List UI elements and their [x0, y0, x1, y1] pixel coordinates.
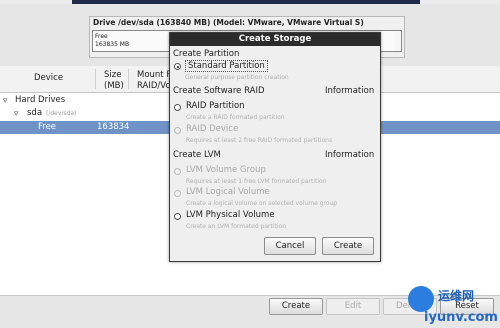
- drive-map-label: Free: [95, 33, 108, 40]
- create-storage-dialog: Create Storage Create Partition Standard…: [169, 32, 381, 262]
- desc-lvm-volume-group: Requires at least 1 free LVM formated pa…: [186, 178, 327, 185]
- tree-row-hard-drives[interactable]: Hard Drives: [15, 95, 65, 105]
- watermark-logo-icon: [408, 286, 434, 312]
- raid-information-link[interactable]: Information: [325, 86, 374, 96]
- option-raid-partition[interactable]: RAID Partition: [186, 101, 245, 111]
- dialog-create-button[interactable]: Create: [322, 237, 374, 255]
- dialog-title: Create Storage: [170, 33, 380, 46]
- desc-lvm-logical-volume: Create a logical volume on selected volu…: [186, 200, 338, 207]
- option-standard-partition[interactable]: Standard Partition: [185, 60, 268, 72]
- desc-standard-partition: General purpose partition creation: [185, 74, 289, 81]
- option-lvm-volume-group[interactable]: LVM Volume Group: [186, 165, 266, 175]
- watermark-en: iyunv.com: [424, 310, 498, 325]
- cancel-button[interactable]: Cancel: [264, 237, 316, 255]
- drive-map-size: 163835 MB: [95, 41, 130, 48]
- drive-title: Drive /dev/sda (163840 MB) (Model: VMwar…: [93, 18, 364, 27]
- option-lvm-physical-volume[interactable]: LVM Physical Volume: [186, 210, 275, 220]
- top-banner: [0, 0, 500, 4]
- desc-raid-device: Requires at least 2 free RAID formated p…: [186, 137, 333, 144]
- tree-row-free[interactable]: Free: [38, 122, 56, 132]
- create-button[interactable]: Create: [269, 298, 323, 315]
- section-software-raid: Create Software RAID: [173, 86, 265, 96]
- radio-raid-partition[interactable]: [174, 104, 181, 111]
- tree-row-sda-path: (/dev/sda): [46, 110, 77, 117]
- section-create-lvm: Create LVM: [173, 150, 221, 160]
- desc-lvm-physical-volume: Create an LVM formated partition: [186, 223, 286, 230]
- tree-row-free-size: 163834: [97, 122, 130, 132]
- column-device[interactable]: Device: [34, 73, 63, 84]
- column-size[interactable]: Size (MB): [104, 70, 124, 92]
- radio-lvm-logical-volume[interactable]: [174, 190, 181, 197]
- option-raid-device[interactable]: RAID Device: [186, 124, 238, 134]
- radio-lvm-volume-group[interactable]: [174, 168, 181, 175]
- expander-arrow-icon[interactable]: ▿: [14, 109, 18, 119]
- column-mount[interactable]: Mount P RAID/Vo: [137, 70, 171, 92]
- expander-arrow-icon[interactable]: ▿: [3, 96, 7, 106]
- lvm-information-link[interactable]: Information: [325, 150, 374, 160]
- radio-raid-device[interactable]: [174, 127, 181, 134]
- watermark-cn: 运维网: [438, 289, 475, 303]
- desc-raid-partition: Create a RAID formated partition: [186, 114, 285, 121]
- radio-standard-partition[interactable]: [174, 63, 181, 70]
- option-lvm-logical-volume[interactable]: LVM Logical Volume: [186, 187, 270, 197]
- edit-button[interactable]: Edit: [326, 298, 380, 315]
- section-create-partition: Create Partition: [173, 49, 240, 59]
- tree-row-sda[interactable]: sda: [27, 108, 42, 118]
- radio-lvm-physical-volume[interactable]: [174, 213, 181, 220]
